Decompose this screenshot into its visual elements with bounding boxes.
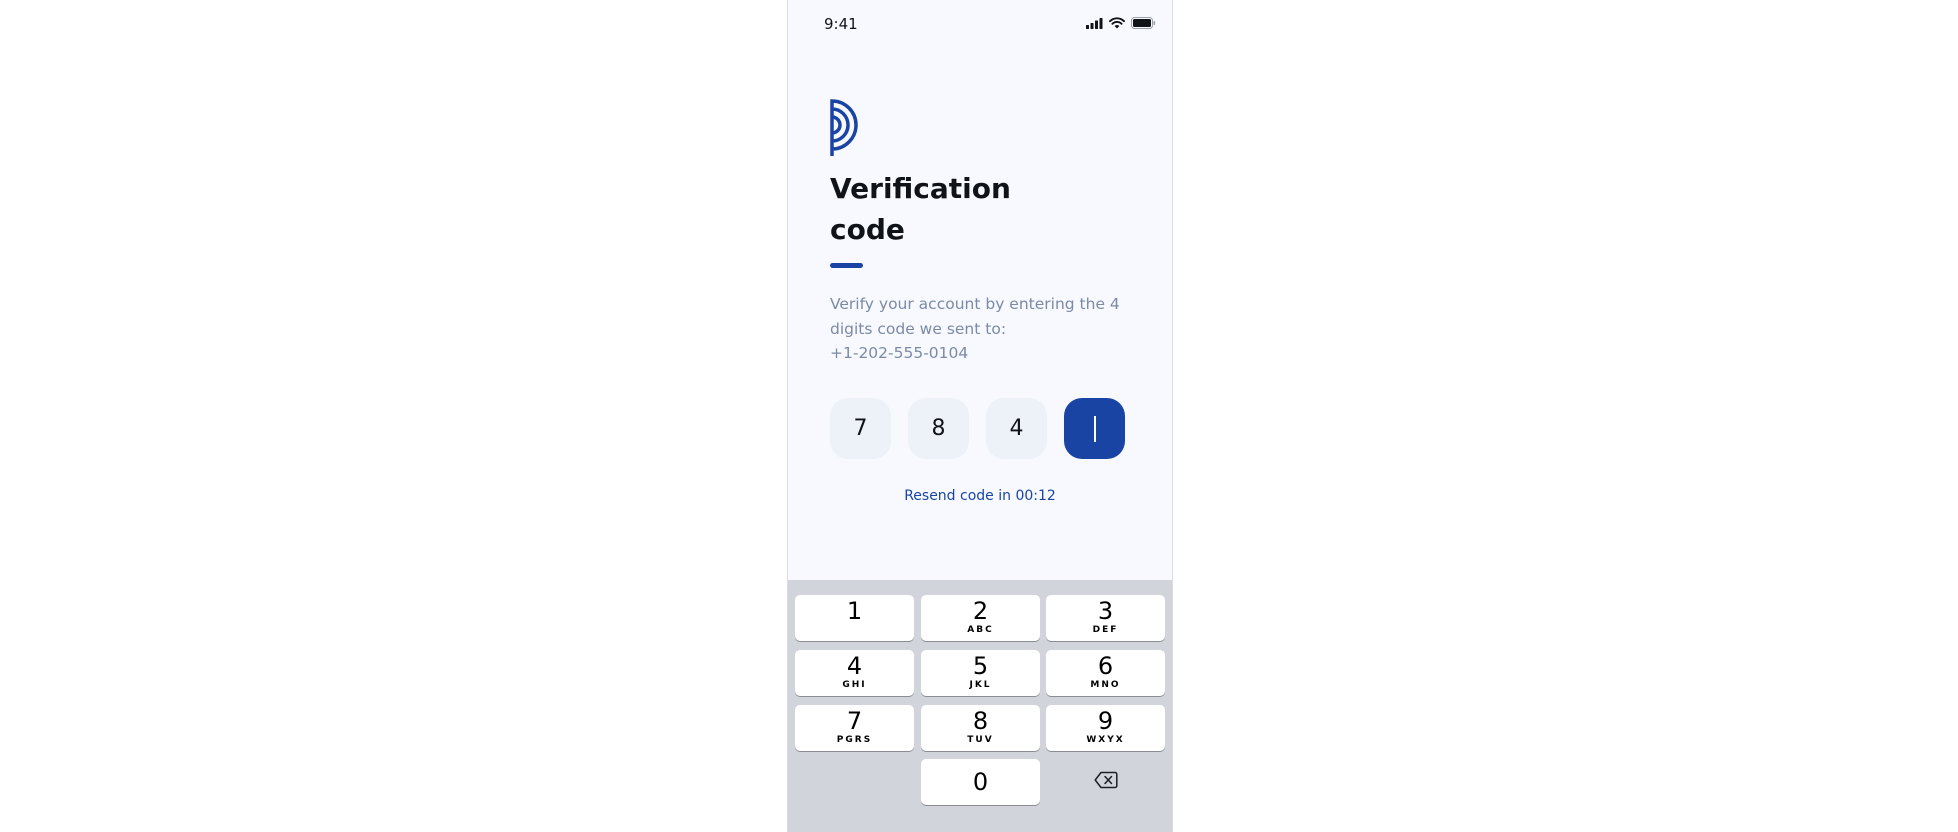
key-number: 0 bbox=[972, 768, 989, 796]
key-0[interactable]: 0 bbox=[921, 759, 1040, 805]
key-number: 6 bbox=[1097, 652, 1114, 680]
key-letters: DEF bbox=[1092, 625, 1119, 635]
battery-icon bbox=[1131, 17, 1156, 29]
key-letters: GHI bbox=[842, 680, 867, 690]
status-bar: 9:41 bbox=[788, 0, 1172, 46]
description-line-2: digits code we sent to: bbox=[830, 319, 1007, 338]
key-number: 9 bbox=[1097, 707, 1114, 735]
key-7[interactable]: 7 PGRS bbox=[795, 705, 914, 751]
key-number: 1 bbox=[846, 597, 863, 625]
title-line-1: Verification bbox=[830, 172, 1011, 205]
key-letters: JKL bbox=[969, 680, 992, 690]
key-1[interactable]: 1 bbox=[795, 595, 914, 641]
code-input-row: 7 8 4 bbox=[830, 398, 1125, 459]
key-6[interactable]: 6 MNO bbox=[1046, 650, 1165, 696]
key-number: 4 bbox=[846, 652, 863, 680]
key-number: 3 bbox=[1097, 597, 1114, 625]
key-number: 7 bbox=[846, 707, 863, 735]
backspace-icon[interactable] bbox=[1094, 771, 1118, 794]
key-3[interactable]: 3 DEF bbox=[1046, 595, 1165, 641]
key-4[interactable]: 4 GHI bbox=[795, 650, 914, 696]
brand-logo-icon bbox=[829, 98, 863, 163]
key-2[interactable]: 2 ABC bbox=[921, 595, 1040, 641]
wifi-icon bbox=[1109, 17, 1125, 29]
key-letters: TUV bbox=[967, 735, 994, 745]
key-number: 8 bbox=[972, 707, 989, 735]
phone-screen: 9:41 Verification code Verify your accou… bbox=[787, 0, 1173, 832]
status-time: 9:41 bbox=[824, 15, 858, 33]
code-digit-3[interactable]: 4 bbox=[986, 398, 1047, 459]
key-number: 5 bbox=[972, 652, 989, 680]
status-icons bbox=[1086, 17, 1156, 29]
code-digit-2[interactable]: 8 bbox=[908, 398, 969, 459]
key-5[interactable]: 5 JKL bbox=[921, 650, 1040, 696]
signal-icon bbox=[1086, 17, 1103, 29]
key-8[interactable]: 8 TUV bbox=[921, 705, 1040, 751]
title-line-2: code bbox=[830, 213, 905, 246]
text-cursor bbox=[1093, 415, 1096, 442]
description: Verify your account by entering the 4 di… bbox=[830, 292, 1130, 366]
code-digit-4-active[interactable] bbox=[1064, 398, 1125, 459]
code-digit-1[interactable]: 7 bbox=[830, 398, 891, 459]
key-letters: MNO bbox=[1090, 680, 1121, 690]
numeric-keyboard: 1 2 ABC 3 DEF 4 GHI 5 JKL 6 MNO 7 PGRS 8… bbox=[788, 580, 1172, 832]
resend-code-timer[interactable]: Resend code in 00:12 bbox=[788, 488, 1172, 504]
phone-number: +1-202-555-0104 bbox=[830, 344, 969, 362]
key-9[interactable]: 9 WXYX bbox=[1046, 705, 1165, 751]
description-line-1: Verify your account by entering the 4 bbox=[830, 295, 1120, 313]
key-letters: ABC bbox=[967, 625, 994, 635]
page-title: Verification code bbox=[830, 168, 1130, 250]
title-underline bbox=[830, 263, 863, 268]
key-letters: PGRS bbox=[836, 735, 873, 745]
key-letters: WXYX bbox=[1086, 735, 1125, 745]
key-number: 2 bbox=[972, 597, 989, 625]
